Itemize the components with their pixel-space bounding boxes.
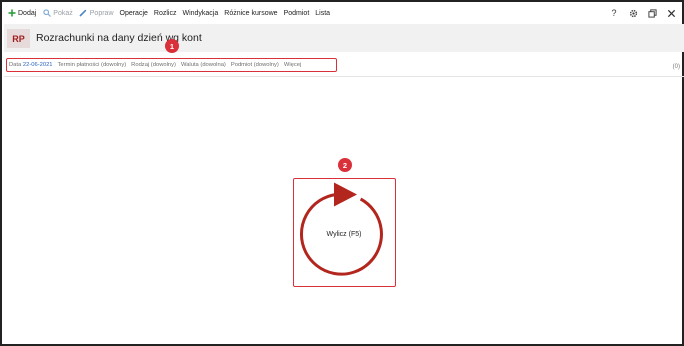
settle-menu[interactable]: Rozlicz (154, 10, 177, 17)
help-button[interactable]: ? (609, 8, 619, 18)
add-button-label: Dodaj (18, 9, 37, 17)
calculate-highlight: Wylicz (F5) (293, 178, 396, 287)
filter-more[interactable]: Więcej (284, 62, 301, 68)
show-button[interactable]: Pokaż (42, 9, 73, 18)
filter-entity[interactable]: Podmiot (dowolny) (231, 62, 279, 68)
entity-menu[interactable]: Podmiot (284, 10, 310, 17)
exchange-differences-menu-label: Różnice kursowe (224, 9, 278, 17)
add-button[interactable]: Dodaj (7, 9, 36, 18)
calculate-button[interactable]: Wylicz (F5) (294, 231, 394, 238)
callout-1: 1 (165, 39, 179, 53)
exchange-differences-menu[interactable]: Różnice kursowe (224, 10, 277, 17)
magnifier-icon (42, 9, 51, 18)
plus-icon (7, 9, 16, 18)
filter-bar: Data 22-06-2021 Termin płatności (dowoln… (4, 53, 684, 77)
collection-menu-label: Windykacja (182, 9, 219, 17)
window-restore-icon[interactable] (647, 8, 657, 18)
edit-button[interactable]: Popraw (79, 9, 114, 18)
list-menu-label: Lista (315, 9, 331, 17)
close-icon[interactable] (666, 8, 676, 18)
filter-highlight: Data 22-06-2021 Termin płatności (dowoln… (6, 58, 337, 72)
list-menu[interactable]: Lista (315, 10, 330, 17)
page-header: RP Rozrachunki na dany dzień wg kont (4, 24, 684, 52)
filter-type[interactable]: Rodzaj (dowolny) (131, 62, 176, 68)
filter-payment-term[interactable]: Termin płatności (dowolny) (58, 62, 127, 68)
edit-button-label: Popraw (89, 9, 114, 17)
window-controls: ? (600, 6, 676, 20)
collection-menu[interactable]: Windykacja (182, 10, 218, 17)
operations-menu[interactable]: Operacje (120, 10, 148, 17)
pencil-icon (79, 9, 88, 18)
filter-date-value: 22-06-2021 (22, 62, 53, 68)
divider (4, 76, 684, 77)
toolbar: Dodaj Pokaż Popraw Operacje Rozlicz Wind… (4, 4, 684, 22)
filter-date-label: Data (9, 62, 22, 68)
callout-2: 2 (338, 158, 352, 172)
gear-icon[interactable] (628, 8, 638, 18)
app-window: Dodaj Pokaż Popraw Operacje Rozlicz Wind… (0, 0, 684, 346)
filter-currency[interactable]: Waluta (dowolna) (181, 62, 226, 68)
record-count: (0) (672, 64, 680, 70)
operations-menu-label: Operacje (119, 9, 148, 17)
show-button-label: Pokaż (53, 9, 73, 17)
filter-date[interactable]: Data 22-06-2021 (9, 62, 53, 68)
settle-menu-label: Rozlicz (153, 9, 177, 17)
entity-menu-label: Podmiot (283, 9, 310, 17)
module-badge: RP (7, 29, 30, 48)
